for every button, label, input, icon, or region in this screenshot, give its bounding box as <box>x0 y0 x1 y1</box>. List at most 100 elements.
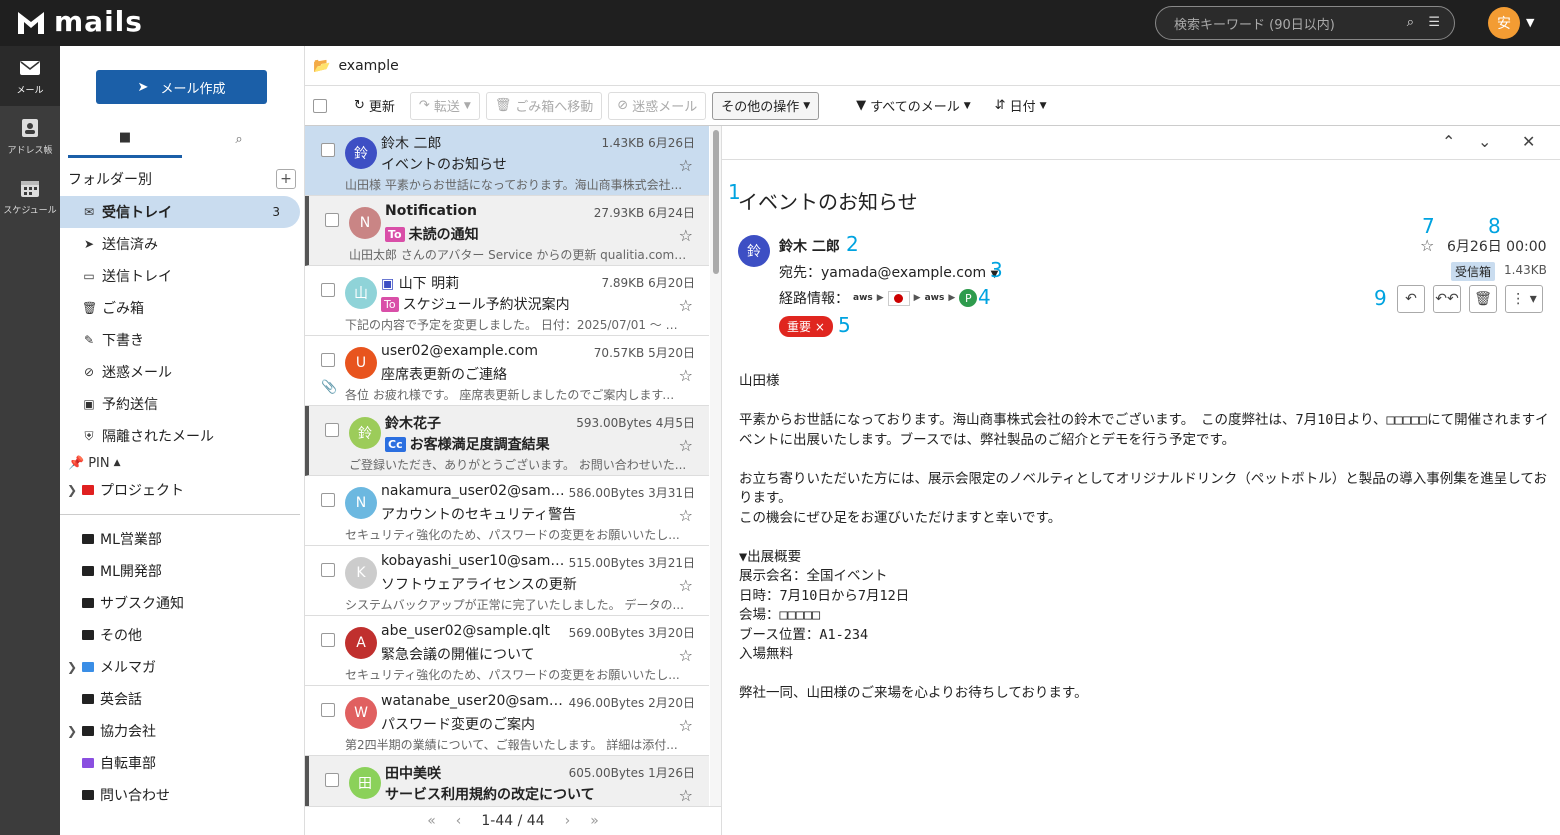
folder-other[interactable]: その他 <box>60 619 304 651</box>
more-menu-button[interactable]: ⋮ ▾ <box>1505 285 1543 313</box>
filter-settings-icon[interactable]: ☰ <box>1428 15 1440 30</box>
mail-row[interactable]: 田 田中美咲 605.00Bytes 1月26日 サービス利用規約の改定について… <box>305 756 709 806</box>
app-logo[interactable]: mails <box>16 8 143 36</box>
next-page-icon[interactable]: › <box>565 813 571 829</box>
close-icon[interactable]: ✕ <box>1522 132 1535 151</box>
avatar: 山 <box>345 277 377 309</box>
move-to-trash-button[interactable]: 🗑 ごみ箱へ移動 <box>485 91 603 120</box>
mail-row[interactable]: 山 ▣ 山下 明莉 7.89KB 6月20日 To スケジュール予約状況案内 ☆ … <box>305 266 709 336</box>
add-folder-button[interactable]: + <box>276 169 296 189</box>
folder-outbox[interactable]: ▭ 送信トレイ <box>60 260 304 292</box>
tab-folders[interactable]: ■ <box>68 120 182 158</box>
mail-meta: 496.00Bytes 2月20日 <box>569 694 695 711</box>
detail-to[interactable]: 宛先：yamada@example.com ▼ <box>779 262 998 282</box>
star-icon[interactable]: ☆ <box>679 366 693 385</box>
folder-inbox[interactable]: ✉ 受信トレイ 3 <box>60 196 300 228</box>
folder-spam[interactable]: ⊘ 迷惑メール <box>60 356 304 388</box>
star-icon[interactable]: ☆ <box>679 296 693 315</box>
folder-project[interactable]: ❯ プロジェクト <box>60 474 304 506</box>
chevron-up-icon[interactable]: ⌃ <box>1442 132 1455 151</box>
filter-dropdown[interactable]: ▼ すべてのメール ▼ <box>847 92 980 120</box>
rail-mail[interactable]: メール <box>0 46 60 106</box>
star-icon[interactable]: ☆ <box>679 156 693 175</box>
mail-row[interactable]: 鈴 鈴木 二郎 1.43KB 6月26日 イベントのお知らせ ☆ 山田様 平素か… <box>305 126 709 196</box>
star-icon[interactable]: ☆ <box>679 226 693 245</box>
chevron-right-icon[interactable]: ❯ <box>67 483 77 497</box>
folder-sent[interactable]: ➤ 送信済み <box>60 228 304 260</box>
mail-list-scrollbar[interactable] <box>710 126 721 806</box>
delete-button[interactable]: 🗑 <box>1469 285 1497 313</box>
star-icon[interactable]: ☆ <box>679 716 693 735</box>
star-icon[interactable]: ☆ <box>679 786 693 805</box>
folder-drafts[interactable]: ✎ 下書き <box>60 324 304 356</box>
star-icon[interactable]: ☆ <box>679 506 693 525</box>
compose-button[interactable]: ➤ メール作成 <box>96 70 267 104</box>
folder-ml-dev[interactable]: ML開発部 <box>60 555 304 587</box>
prev-page-icon[interactable]: ‹ <box>456 813 462 829</box>
mail-row[interactable]: N nakamura_user02@sampl... 586.00Bytes 3… <box>305 476 709 546</box>
user-avatar[interactable]: 安 <box>1488 7 1520 39</box>
reply-button[interactable]: ↶ <box>1397 285 1425 313</box>
refresh-button[interactable]: ↻ 更新 <box>345 92 404 120</box>
rail-schedule[interactable]: スケジュール <box>0 166 60 226</box>
star-icon[interactable]: ☆ <box>679 576 693 595</box>
marker-9: 9 <box>1374 286 1387 310</box>
reply-all-button[interactable]: ↶↶ <box>1433 285 1461 313</box>
forward-button[interactable]: ↷ 転送 ▼ <box>409 91 480 120</box>
chevron-right-icon[interactable]: ❯ <box>67 724 77 738</box>
mail-row[interactable]: K kobayashi_user10@sample... 515.00Bytes… <box>305 546 709 616</box>
folder-scheduled[interactable]: ▣ 予約送信 <box>60 388 304 420</box>
mail-checkbox[interactable] <box>325 773 339 787</box>
select-all-checkbox[interactable] <box>313 98 327 113</box>
mail-preview: セキュリティ強化のため、パスワードの変更をお願いいたし... <box>345 668 680 682</box>
folder-newsletter[interactable]: ❯ メルマガ <box>60 651 304 683</box>
mail-checkbox[interactable] <box>321 493 335 507</box>
sort-dropdown[interactable]: ⇵ 日付 ▼ <box>986 92 1056 120</box>
folder-label: サブスク通知 <box>100 596 184 612</box>
mail-checkbox[interactable] <box>321 353 335 367</box>
mail-checkbox[interactable] <box>321 143 335 157</box>
folder-quarantine[interactable]: ⛨ 隔離されたメール <box>60 420 304 452</box>
star-icon[interactable]: ☆ <box>1420 236 1434 255</box>
chevron-down-icon[interactable]: ▼ <box>1526 16 1534 29</box>
mail-checkbox[interactable] <box>321 703 335 717</box>
rail-address-book[interactable]: アドレス帳 <box>0 106 60 166</box>
spam-button[interactable]: ⊘ 迷惑メール <box>608 91 707 120</box>
mail-row[interactable]: A abe_user02@sample.qlt 569.00Bytes 3月20… <box>305 616 709 686</box>
mail-checkbox[interactable] <box>321 633 335 647</box>
mail-row[interactable]: N Notification 27.93KB 6月24日 To 未読の通知 ☆ 山… <box>305 196 709 266</box>
mail-date: 3月21日 <box>648 556 695 570</box>
tab-search[interactable]: ⌕ <box>182 120 296 158</box>
mail-row[interactable]: W watanabe_user20@sampl... 496.00Bytes 2… <box>305 686 709 756</box>
mail-row[interactable]: 鈴 鈴木花子 593.00Bytes 4月5日 Cc お客様満足度調査結果 ☆ ご… <box>305 406 709 476</box>
more-actions-button[interactable]: その他の操作 ▼ <box>712 91 820 120</box>
chevron-down-icon[interactable]: ⌄ <box>1478 132 1491 151</box>
page-indicator: 1-44 / 44 <box>481 813 545 829</box>
folder-cycling[interactable]: 自転車部 <box>60 747 304 779</box>
folder-ml-sales[interactable]: ML営業部 <box>60 523 304 555</box>
mail-date: 4月5日 <box>655 416 695 430</box>
star-icon[interactable]: ☆ <box>679 436 693 455</box>
folder-trash[interactable]: 🗑 ごみ箱 <box>60 292 304 324</box>
folder-icon <box>82 630 94 640</box>
search-input[interactable]: 検索キーワード (90日以内) ⌕ ☰ <box>1155 6 1455 40</box>
scrollbar-thumb[interactable] <box>713 130 719 274</box>
important-label[interactable]: 重要 × <box>779 316 833 337</box>
folder-inquiry[interactable]: 問い合わせ <box>60 779 304 811</box>
mail-checkbox[interactable] <box>325 423 339 437</box>
folder-partners[interactable]: ❯ 協力会社 <box>60 715 304 747</box>
mail-checkbox[interactable] <box>321 563 335 577</box>
mail-row[interactable]: U user02@example.com 70.57KB 5月20日 座席表更新… <box>305 336 709 406</box>
mail-checkbox[interactable] <box>321 283 335 297</box>
chevron-right-icon[interactable]: ❯ <box>67 660 77 674</box>
folder-subscription[interactable]: サブスク通知 <box>60 587 304 619</box>
first-page-icon[interactable]: « <box>427 813 436 829</box>
folder-english[interactable]: 英会話 <box>60 683 304 715</box>
pin-section-header[interactable]: 📌 PIN ▲ <box>60 452 304 474</box>
detail-from[interactable]: 鈴木 二郎 <box>779 236 840 256</box>
trash-icon: 🗑 <box>1474 291 1492 307</box>
mail-checkbox[interactable] <box>325 213 339 227</box>
search-icon[interactable]: ⌕ <box>1407 15 1414 30</box>
star-icon[interactable]: ☆ <box>679 646 693 665</box>
last-page-icon[interactable]: » <box>590 813 599 829</box>
